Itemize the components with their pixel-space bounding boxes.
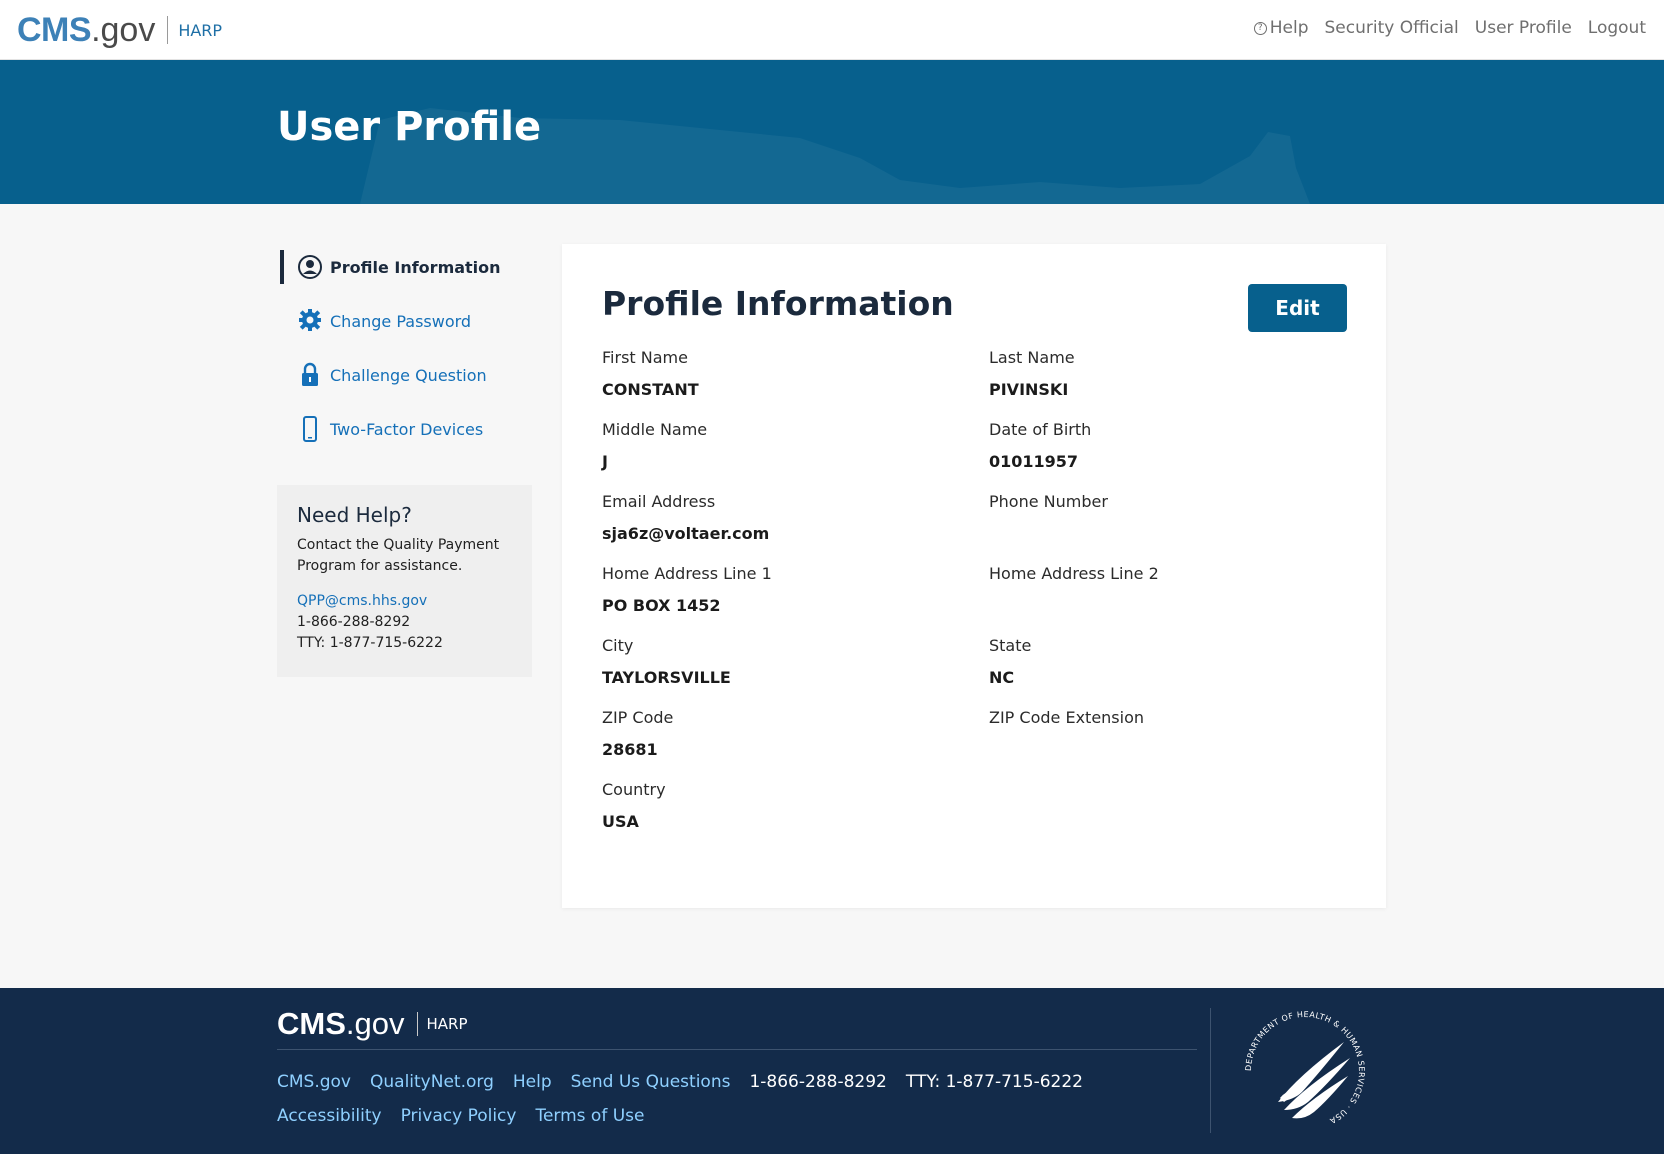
help-link[interactable]: ? Help (1253, 18, 1309, 38)
footer-brand-harp: HARP (426, 1015, 468, 1033)
field-label: First Name (602, 348, 688, 367)
footer-link-send-us-questions[interactable]: Send Us Questions (571, 1072, 731, 1092)
help-tty: TTY: 1-877-715-6222 (297, 635, 443, 651)
cms-harp-logo[interactable]: CMS .gov HARP (17, 10, 222, 50)
mobile-phone-icon (303, 416, 317, 442)
field-value: TAYLORSVILLE (602, 668, 731, 687)
sidenav-item-change-password[interactable]: Change Password (280, 302, 540, 356)
footer-tty: TTY: 1-877-715-6222 (905, 1072, 1083, 1092)
footer-brand-cms: CMS (277, 1006, 346, 1041)
sidenav-item-challenge-question[interactable]: Challenge Question (280, 356, 540, 410)
user-circle-icon (298, 255, 322, 279)
footer-brand-separator (416, 1012, 418, 1036)
field-phone-number: Phone Number (989, 492, 1362, 564)
field-value: 01011957 (989, 452, 1079, 471)
profile-information-card: Profile Information Edit First Name CONS… (562, 244, 1386, 908)
field-value: NC (989, 668, 1015, 687)
field-label: State (989, 636, 1032, 655)
lock-icon (302, 362, 318, 386)
active-indicator (280, 250, 284, 284)
field-country: Country USA (602, 780, 989, 852)
brand-separator (167, 16, 169, 44)
field-home-address-line-1: Home Address Line 1 PO BOX 1452 (602, 564, 989, 636)
field-email-address: Email Address sja6z@voltaer.com (602, 492, 989, 564)
page-title: User Profile (277, 104, 542, 150)
footer-vertical-divider (1210, 1008, 1211, 1133)
edit-button[interactable]: Edit (1248, 284, 1347, 332)
field-zip-code-extension: ZIP Code Extension (989, 708, 1362, 780)
user-profile-link[interactable]: User Profile (1475, 18, 1572, 38)
sidenav-item-label: Profile Information (330, 258, 501, 277)
field-city: City TAYLORSVILLE (602, 636, 989, 708)
sidenav-item-two-factor-devices[interactable]: Two-Factor Devices (280, 410, 540, 464)
field-value: 28681 (602, 740, 658, 759)
field-value: PO BOX 1452 (602, 596, 721, 615)
help-link-label: Help (1269, 18, 1309, 38)
footer-logo[interactable]: CMS .gov HARP (277, 1006, 468, 1042)
field-label: Email Address (602, 492, 716, 511)
field-label: Last Name (989, 348, 1075, 367)
field-label: Country (602, 780, 666, 799)
footer-link-help[interactable]: Help (513, 1072, 552, 1092)
side-nav: Profile Information Change Password Chal… (280, 248, 540, 464)
field-label: Home Address Line 2 (989, 564, 1159, 583)
need-help-box: Need Help? Contact the Quality Payment P… (277, 485, 532, 677)
sidenav-item-label: Challenge Question (330, 366, 487, 385)
page-banner: User Profile (0, 60, 1664, 204)
field-state: State NC (989, 636, 1362, 708)
footer-link-qualitynet[interactable]: QualityNet.org (370, 1072, 494, 1092)
brand-gov: .gov (91, 10, 156, 49)
help-email-link[interactable]: QPP@cms.hhs.gov (297, 591, 512, 612)
sidenav-item-profile-information[interactable]: Profile Information (280, 248, 540, 302)
field-label: ZIP Code Extension (989, 708, 1145, 727)
logout-link[interactable]: Logout (1588, 18, 1646, 38)
help-phone: 1-866-288-8292 (297, 614, 411, 630)
footer-divider (277, 1049, 1197, 1050)
field-value: sja6z@voltaer.com (602, 524, 770, 543)
footer-link-terms-of-use[interactable]: Terms of Use (535, 1106, 644, 1126)
sidenav-item-label: Two-Factor Devices (330, 420, 484, 439)
us-map-watermark (360, 108, 1310, 204)
field-value: USA (602, 812, 639, 831)
field-label: ZIP Code (602, 708, 674, 727)
top-header: CMS .gov HARP ? Help Security Official Us… (0, 0, 1664, 60)
field-value: CONSTANT (602, 380, 699, 399)
field-value: J (602, 452, 608, 471)
help-text: Contact the Quality Payment Program for … (297, 537, 500, 574)
footer-links-row-2: Accessibility Privacy Policy Terms of Us… (277, 1106, 644, 1126)
footer-link-accessibility[interactable]: Accessibility (277, 1106, 382, 1126)
card-title: Profile Information (602, 284, 954, 323)
help-title: Need Help? (297, 503, 412, 527)
footer-links-row-1: CMS.gov QualityNet.org Help Send Us Ques… (277, 1072, 1083, 1092)
brand-cms: CMS (17, 10, 92, 49)
field-label: City (602, 636, 634, 655)
field-home-address-line-2: Home Address Line 2 (989, 564, 1362, 636)
footer-phone: 1-866-288-8292 (749, 1072, 887, 1092)
footer-link-cms-gov[interactable]: CMS.gov (277, 1072, 351, 1092)
field-label: Date of Birth (989, 420, 1092, 439)
hhs-seal-icon: DEPARTMENT OF HEALTH & HUMAN SERVICES · … (1244, 1010, 1366, 1126)
brand-harp: HARP (178, 20, 223, 40)
field-label: Phone Number (989, 492, 1108, 511)
field-last-name: Last Name PIVINSKI (989, 348, 1362, 420)
footer-link-privacy-policy[interactable]: Privacy Policy (401, 1106, 517, 1126)
field-zip-code: ZIP Code 28681 (602, 708, 989, 780)
gear-icon (299, 309, 321, 331)
sidenav-item-label: Change Password (330, 312, 472, 331)
field-date-of-birth: Date of Birth 01011957 (989, 420, 1362, 492)
field-value: PIVINSKI (989, 380, 1069, 399)
field-label: Home Address Line 1 (602, 564, 772, 583)
profile-fields: First Name CONSTANT Last Name PIVINSKI M… (602, 348, 1362, 852)
security-official-link[interactable]: Security Official (1325, 18, 1459, 38)
page-footer: CMS .gov HARP CMS.gov QualityNet.org Help… (0, 988, 1664, 1154)
field-label: Middle Name (602, 420, 708, 439)
top-nav: ? Help Security Official User Profile Lo… (1253, 18, 1646, 38)
field-first-name: First Name CONSTANT (602, 348, 989, 420)
question-circle-icon: ? (1253, 21, 1267, 35)
footer-brand-gov: .gov (345, 1006, 405, 1041)
field-middle-name: Middle Name J (602, 420, 989, 492)
